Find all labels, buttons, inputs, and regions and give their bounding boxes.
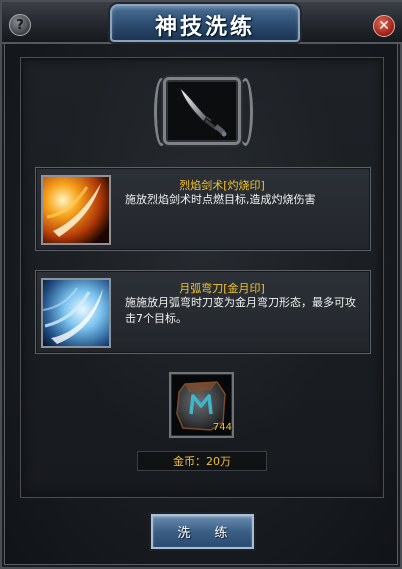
skill-icon-frame — [41, 175, 111, 245]
material-count: 744 — [212, 422, 232, 433]
skill-row-crescent[interactable]: 月弧弯刀[金月印] 施施放月弧弯时刀变为金月弯刀形态，最多可攻击7个目标。 — [35, 270, 371, 354]
window-title: 神技洗练 — [154, 14, 255, 40]
close-icon: ✕ — [378, 18, 390, 34]
gold-cost: 金币：20万 — [137, 451, 267, 471]
weapon-slot[interactable] — [163, 77, 241, 145]
skill-name: 烈焰剑术[灼烧印] — [179, 179, 265, 192]
skill-description: 施放烈焰剑术时点燃目标,造成灼烧伤害 — [125, 193, 316, 206]
sword-icon — [179, 86, 227, 137]
skill-icon-frame — [41, 278, 111, 348]
skill-row-fire[interactable]: 烈焰剑术[灼烧印] 施放烈焰剑术时点燃目标,造成灼烧伤害 — [35, 167, 371, 251]
ice-crescent-icon — [43, 280, 109, 346]
skill-description: 施施放月弧弯时刀变为金月弯刀形态，最多可攻击7个目标。 — [125, 296, 356, 325]
refine-button[interactable]: 洗 练 — [151, 514, 254, 549]
help-button[interactable]: ? — [9, 14, 31, 36]
fire-slash-icon — [43, 177, 109, 243]
refine-window: 神技洗练 ? ✕ 烈焰剑术[灼烧印] 施放烈焰剑术时点燃目标,造成灼烧伤害 月弧… — [0, 0, 402, 569]
skill-name: 月弧弯刀[金月印] — [179, 282, 265, 295]
refine-button-label: 洗 练 — [177, 526, 238, 541]
close-button[interactable]: ✕ — [373, 15, 395, 37]
help-icon: ? — [16, 17, 24, 33]
